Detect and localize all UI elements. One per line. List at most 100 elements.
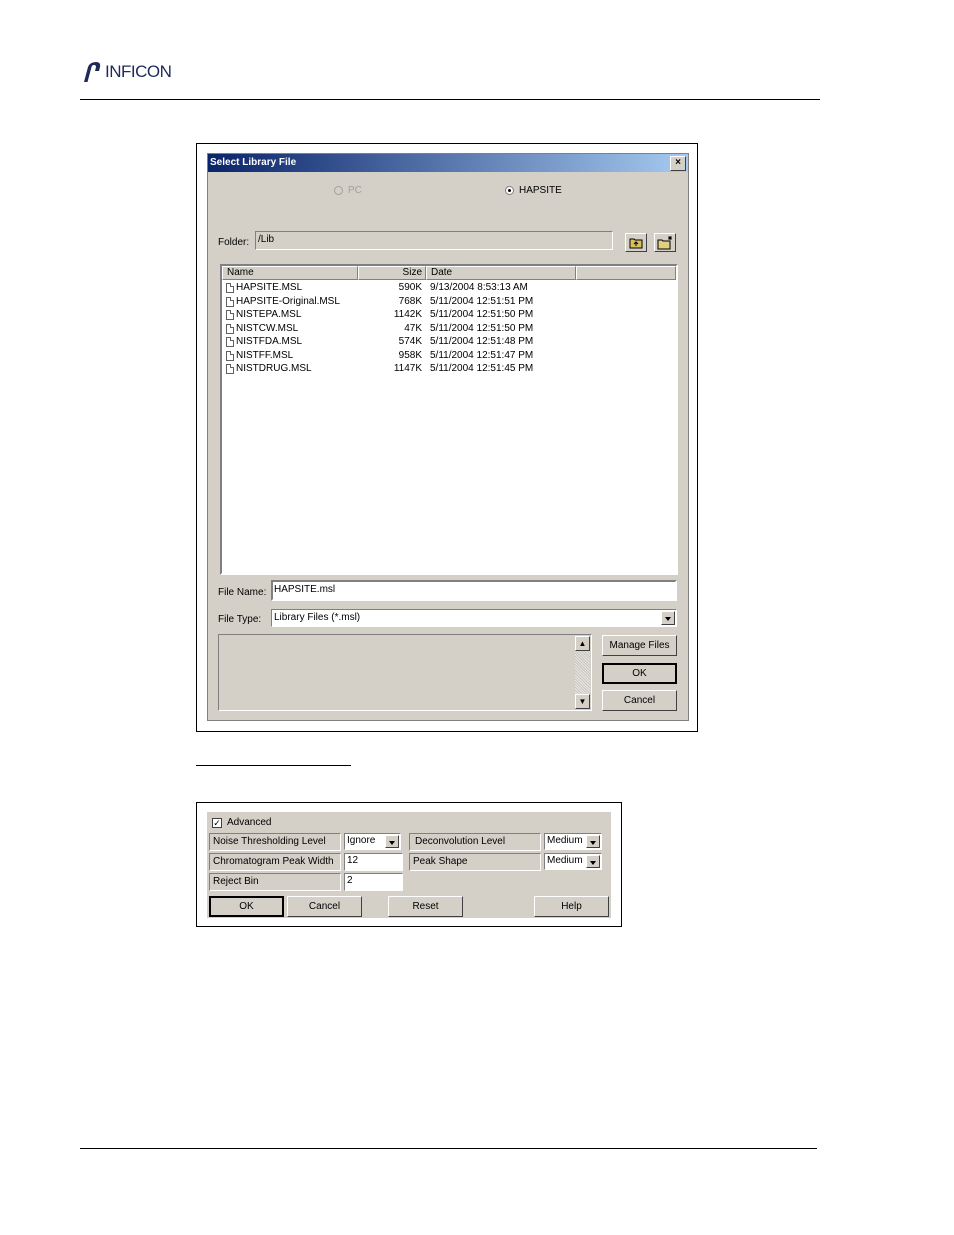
chevron-down-icon[interactable] (586, 855, 600, 868)
arrow-up-icon: ▲ (578, 639, 587, 648)
peak-shape-value: Medium (547, 855, 583, 866)
file-size: 958K (398, 349, 422, 361)
peak-shape-label-text: Peak Shape (413, 856, 468, 867)
peak-shape-select[interactable]: Medium (544, 853, 602, 870)
advanced-ok-button[interactable]: OK (209, 896, 284, 917)
checkmark-icon: ✓ (213, 818, 221, 828)
radio-pc[interactable] (334, 186, 343, 195)
reject-bin-label: Reject Bin (209, 873, 341, 891)
manage-files-button[interactable]: Manage Files (602, 635, 677, 656)
folder-value: /Lib (258, 234, 275, 245)
file-size: 590K (398, 282, 422, 293)
advanced-help-label: Help (561, 901, 582, 912)
advanced-checkbox[interactable]: ✓ (212, 818, 222, 828)
file-name-input[interactable]: HAPSITE.msl (271, 580, 677, 601)
radio-pc-label: PC (348, 185, 362, 196)
file-name: NISTEPA.MSL (236, 309, 302, 320)
col-header-blank (576, 266, 676, 280)
arrow-down-icon: ▼ (578, 697, 587, 706)
file-type-value: Library Files (*.msl) (274, 612, 361, 623)
dialog-titlebar[interactable]: Select Library File × (208, 154, 688, 172)
advanced-screenshot-frame: ✓ Advanced Noise Thresholding Level Igno… (196, 802, 622, 927)
caption-underline (196, 765, 351, 766)
new-folder-icon (657, 236, 672, 250)
file-icon (226, 350, 234, 361)
file-size: 1147K (393, 363, 422, 374)
up-folder-icon (629, 238, 643, 249)
reject-bin-value: 2 (347, 875, 353, 886)
peak-width-value: 12 (347, 855, 359, 866)
list-item[interactable]: NISTCW.MSL 47K 5/11/2004 12:51:50 PM (222, 322, 676, 336)
file-name: HAPSITE-Original.MSL (236, 295, 340, 307)
file-icon (226, 323, 234, 334)
ok-button[interactable]: OK (602, 663, 677, 684)
file-size: 1142K (393, 309, 422, 320)
deconvolution-select[interactable]: Medium (544, 833, 602, 850)
up-folder-button[interactable] (625, 233, 647, 252)
ok-label: OK (632, 668, 647, 679)
chevron-down-icon[interactable] (385, 835, 399, 848)
description-box: ▲ ▼ (218, 634, 592, 711)
file-name: HAPSITE.MSL (236, 282, 303, 293)
dialog-title: Select Library File (210, 157, 297, 168)
cancel-button[interactable]: Cancel (602, 690, 677, 711)
select-library-dialog: Select Library File × PC HAPSITE Folder:… (207, 153, 689, 721)
file-date: 9/13/2004 8:53:13 AM (430, 282, 528, 293)
col-header-date[interactable]: Date (426, 266, 576, 280)
deconv-value: Medium (547, 835, 583, 846)
file-size: 574K (398, 336, 422, 347)
reject-bin-input[interactable]: 2 (344, 873, 403, 891)
new-folder-button[interactable] (654, 233, 676, 252)
advanced-cancel-button[interactable]: Cancel (287, 896, 362, 917)
file-date: 5/11/2004 12:51:45 PM (430, 363, 534, 374)
close-button[interactable]: × (670, 156, 686, 171)
file-list[interactable]: Name Size Date HAPSITE.MSL 590K 9/13/200… (220, 264, 678, 575)
radio-hapsite[interactable] (505, 186, 514, 195)
dialog-screenshot-frame: Select Library File × PC HAPSITE Folder:… (196, 143, 698, 732)
scroll-up-button[interactable]: ▲ (575, 636, 590, 651)
noise-label-text: Noise Thresholding Level (213, 836, 326, 847)
deconv-label-text: Deconvolution Level (415, 836, 506, 847)
file-date: 5/11/2004 12:51:47 PM (430, 349, 534, 361)
folder-field: /Lib (255, 231, 613, 250)
file-icon (226, 310, 234, 320)
col-header-name-label: Name (227, 267, 254, 278)
file-size: 768K (398, 295, 422, 307)
list-item[interactable]: NISTFF.MSL 958K 5/11/2004 12:51:47 PM (222, 349, 676, 363)
header-divider (80, 99, 820, 100)
file-date: 5/11/2004 12:51:51 PM (430, 295, 534, 307)
col-header-size[interactable]: Size (358, 266, 426, 280)
file-name: NISTCW.MSL (236, 322, 299, 334)
list-item[interactable]: HAPSITE-Original.MSL 768K 5/11/2004 12:5… (222, 295, 676, 309)
advanced-help-button[interactable]: Help (534, 896, 609, 917)
list-item[interactable]: HAPSITE.MSL 590K 9/13/2004 8:53:13 AM (222, 281, 676, 295)
list-item[interactable]: NISTDRUG.MSL 1147K 5/11/2004 12:51:45 PM (222, 362, 676, 376)
file-name-label: File Name: (218, 587, 267, 598)
chevron-down-icon[interactable] (661, 611, 675, 625)
peak-shape-label: Peak Shape (409, 853, 541, 871)
advanced-ok-label: OK (239, 901, 254, 912)
file-type-label: File Type: (218, 614, 262, 625)
close-icon: × (675, 157, 681, 168)
list-item[interactable]: NISTEPA.MSL 1142K 5/11/2004 12:51:50 PM (222, 308, 676, 322)
inficon-logo-icon (84, 62, 101, 82)
list-item[interactable]: NISTFDA.MSL 574K 5/11/2004 12:51:48 PM (222, 335, 676, 349)
file-name-input-value: HAPSITE.msl (274, 584, 336, 595)
file-type-select[interactable]: Library Files (*.msl) (271, 609, 677, 627)
peak-width-input[interactable]: 12 (344, 853, 403, 871)
advanced-reset-button[interactable]: Reset (388, 896, 463, 917)
peak-width-label: Chromatogram Peak Width (209, 853, 341, 871)
file-size: 47K (404, 322, 422, 334)
noise-thresholding-select[interactable]: Ignore (344, 833, 401, 850)
manage-files-label: Manage Files (609, 640, 670, 651)
chevron-down-icon[interactable] (586, 835, 600, 848)
file-icon (226, 337, 234, 347)
col-header-name[interactable]: Name (222, 266, 358, 280)
advanced-label: Advanced (227, 817, 272, 828)
file-icon (226, 296, 234, 307)
radio-hapsite-label: HAPSITE (519, 185, 562, 196)
scroll-down-button[interactable]: ▼ (575, 694, 590, 709)
peak-width-label-text: Chromatogram Peak Width (213, 856, 334, 867)
file-name: NISTFDA.MSL (236, 336, 303, 347)
file-date: 5/11/2004 12:51:50 PM (430, 322, 534, 334)
